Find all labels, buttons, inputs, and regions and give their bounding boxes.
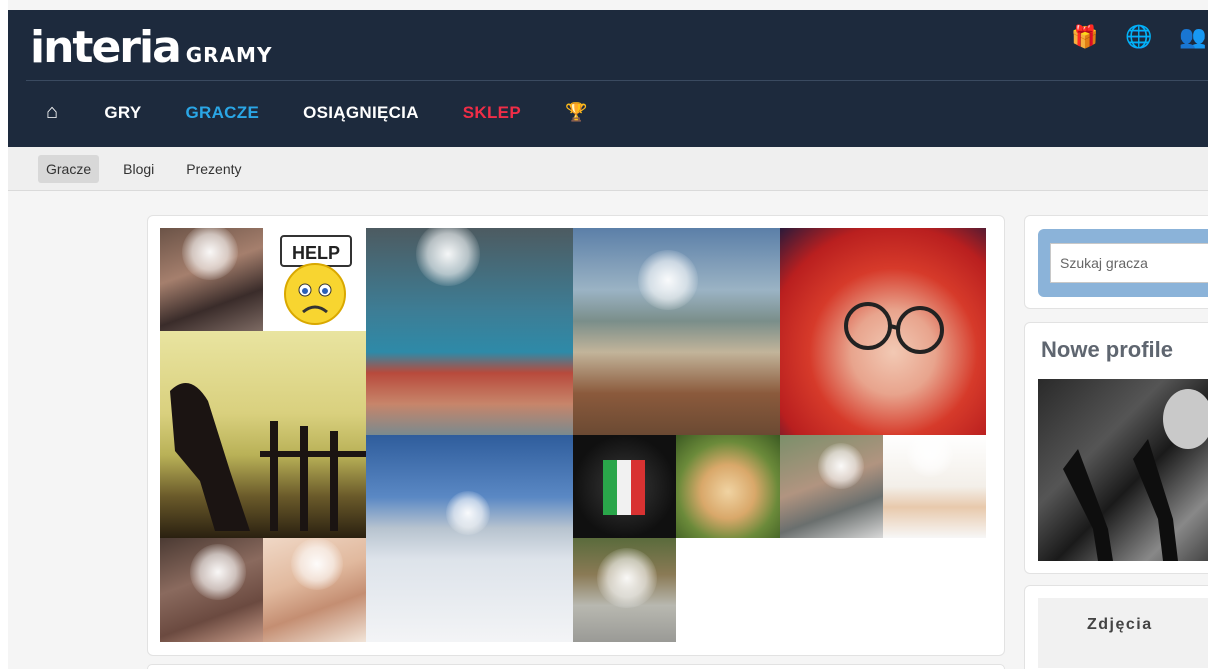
subnav-item-prezenty[interactable]: Prezenty [178, 155, 249, 183]
main-nav: ⌂ GRY GRACZE OSIĄGNIĘCIA SKLEP 🏆 [46, 101, 632, 124]
logo-sub-text: GRAMY [185, 43, 273, 67]
gallery-photo[interactable] [263, 538, 366, 642]
gallery-photo[interactable] [573, 538, 676, 642]
site-logo[interactable]: interia GRAMY [30, 20, 272, 70]
glasses-illustration [844, 302, 944, 354]
gallery-photo[interactable]: HELP [263, 228, 366, 331]
globe-icon[interactable]: 🌐 [1124, 24, 1154, 50]
nav-item-sklep[interactable]: SKLEP [463, 103, 521, 123]
gallery-photo[interactable] [883, 435, 986, 538]
gallery-photo[interactable] [160, 538, 263, 642]
header-icons: 🎁 🌐 👥 [1070, 24, 1208, 50]
emblem-icon [603, 460, 645, 515]
gallery-photo[interactable] [160, 331, 366, 538]
photos-card: Zdjęcia [1024, 585, 1208, 669]
gallery-photo[interactable] [676, 435, 780, 538]
help-emoji-icon: HELP [280, 235, 352, 325]
player-search-input[interactable] [1050, 243, 1208, 283]
subnav-item-blogi[interactable]: Blogi [115, 155, 162, 183]
search-card [1024, 215, 1208, 309]
heels-illustration [1063, 389, 1208, 561]
gift-icon[interactable]: 🎁 [1070, 24, 1100, 50]
header-divider [26, 80, 1208, 81]
nav-item-gry[interactable]: GRY [104, 103, 141, 123]
nav-item-osiagniecia[interactable]: OSIĄGNIĘCIA [303, 103, 419, 123]
gallery-photo[interactable] [573, 228, 780, 435]
photos-tab[interactable]: Zdjęcia [1038, 598, 1208, 668]
gallery-photo[interactable] [780, 228, 986, 435]
photo-mosaic: HELP [160, 228, 986, 642]
left-gutter [0, 0, 8, 669]
gallery-photo[interactable] [160, 228, 263, 331]
gallery-photo[interactable] [366, 228, 573, 435]
home-icon[interactable]: ⌂ [46, 101, 58, 124]
gallery-photo[interactable] [366, 435, 573, 642]
search-panel [1038, 229, 1208, 297]
silhouette-illustration [170, 383, 366, 531]
photos-label: Zdjęcia [1087, 616, 1153, 633]
new-profiles-card: Nowe profile [1024, 322, 1208, 574]
subnav-item-gracze[interactable]: Gracze [38, 154, 100, 183]
site-header: interia GRAMY 🎁 🌐 👥 ⌂ GRY GRACZE OSIĄGNI… [8, 10, 1208, 147]
secondary-card [147, 664, 1005, 669]
new-profile-photo[interactable] [1038, 379, 1208, 561]
new-profiles-title: Nowe profile [1041, 337, 1174, 362]
trophy-icon[interactable]: 🏆 [565, 102, 588, 123]
users-icon[interactable]: 👥 [1178, 24, 1208, 50]
logo-main-text: interia [30, 22, 182, 73]
svg-text:HELP: HELP [292, 243, 340, 263]
nav-item-gracze[interactable]: GRACZE [186, 103, 260, 123]
sub-nav: Gracze Blogi Prezenty [8, 147, 1208, 191]
gallery-photo[interactable] [573, 435, 676, 538]
gallery-photo[interactable] [780, 435, 883, 538]
